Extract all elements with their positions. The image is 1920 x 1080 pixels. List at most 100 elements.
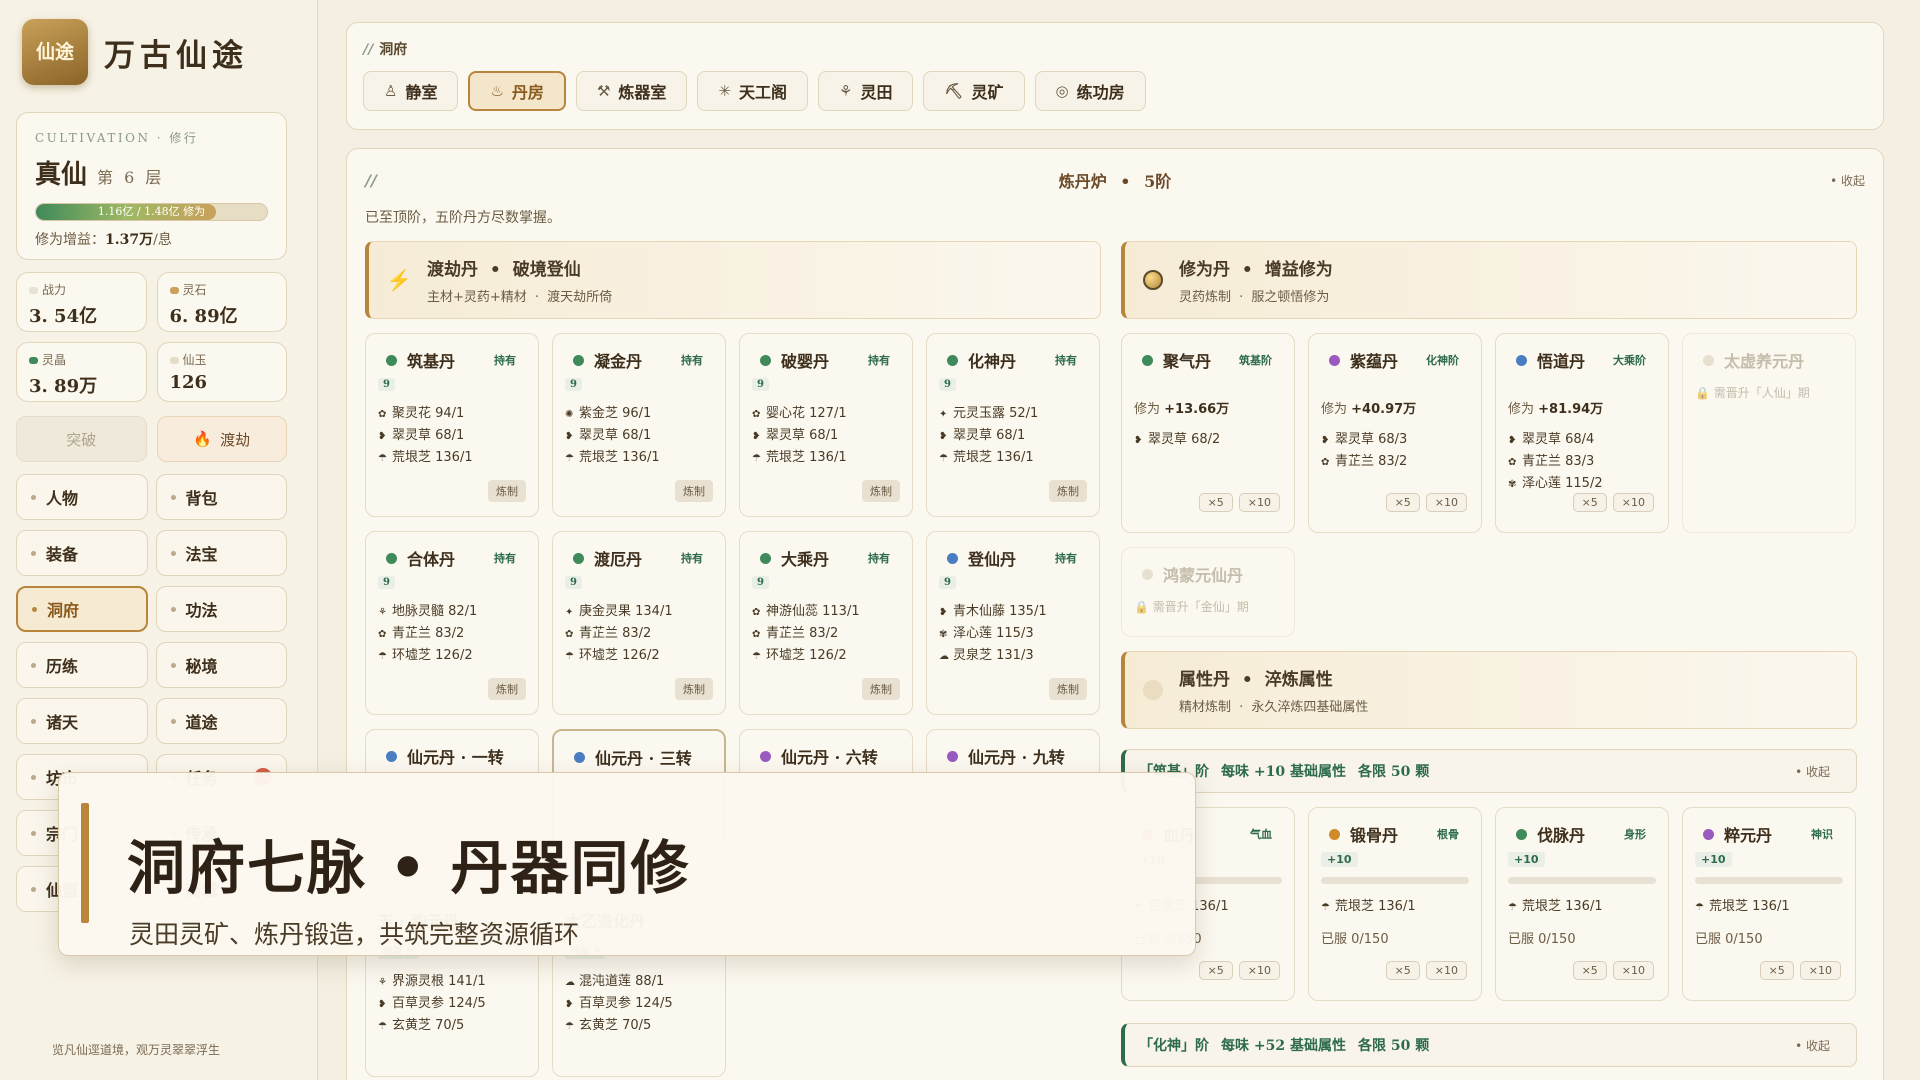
craft-x10-button[interactable]: ×10 bbox=[1238, 493, 1280, 512]
pill-card[interactable]: 凝金丹 持有 9 ✺ 紫金芝 96/1 ❥ 翠灵草 68/1 ☂ 荒垠芝 136/1 炼制 bbox=[552, 333, 726, 517]
pill-card[interactable]: 紫蕴丹 化神阶 修为 +40.97万 ❥ 翠灵草 68/3 ✿ 青芷兰 83/2 ×5 ×10 bbox=[1308, 333, 1482, 533]
stat-card: 灵石 6. 89亿 bbox=[156, 272, 287, 332]
material-text: 荒垠芝 136/1 bbox=[579, 450, 660, 465]
attribute-bonus: +10 bbox=[1695, 852, 1732, 867]
tier-header-foundation[interactable]: 「筑基」阶每味 +10 基础属性各限 50 颗 • 收起 bbox=[1121, 749, 1857, 793]
nav-label: 法宝 bbox=[185, 545, 218, 564]
herb-icon: ✿ bbox=[565, 629, 574, 640]
lock-icon: 🔒 bbox=[1695, 386, 1714, 400]
attribute-bonus: +10 bbox=[1321, 852, 1358, 867]
material-row: ☂ 环墟芝 126/2 bbox=[378, 645, 526, 667]
craft-x5-button[interactable]: ×5 bbox=[1385, 961, 1420, 980]
craft-x5-button[interactable]: ×5 bbox=[1198, 493, 1233, 512]
tab-label: 炼器室 bbox=[618, 83, 667, 102]
material-text: 庚金灵果 134/1 bbox=[579, 604, 673, 619]
craft-button[interactable]: 炼制 bbox=[488, 480, 526, 502]
lock-requirement: 🔒 需晋升「人仙」期 bbox=[1695, 384, 1843, 401]
pill-orb-icon bbox=[386, 354, 397, 366]
material-text: 青芷兰 83/2 bbox=[392, 626, 465, 641]
craft-x10-button[interactable]: ×10 bbox=[1425, 493, 1467, 512]
craft-x10-button[interactable]: ×10 bbox=[1799, 961, 1841, 980]
herb-icon: ☂ bbox=[1695, 902, 1704, 913]
craft-button[interactable]: 炼制 bbox=[862, 480, 900, 502]
craft-x5-button[interactable]: ×5 bbox=[1759, 961, 1794, 980]
nav-item[interactable]: 人物 bbox=[16, 474, 148, 520]
nav-item[interactable]: 道途 bbox=[155, 698, 287, 744]
attribute-pill-card[interactable]: 伐脉丹 身形 +10 ☂ 荒垠芝 136/1 已服 0/150 ×5 ×10 bbox=[1495, 807, 1669, 1001]
owned-tag: 持有 bbox=[494, 354, 516, 367]
tab-灵矿[interactable]: ⛏ 灵矿 bbox=[923, 71, 1025, 111]
nav-dot-icon bbox=[170, 494, 176, 500]
pill-card[interactable]: 破婴丹 持有 9 ✿ 婴心花 127/1 ❥ 翠灵草 68/1 ☂ 荒垠芝 136/1 炼制 bbox=[739, 333, 913, 517]
craft-x10-button[interactable]: ×10 bbox=[1425, 961, 1467, 980]
craft-button[interactable]: 炼制 bbox=[862, 678, 900, 700]
material-row: ❥ 百草灵参 124/5 bbox=[565, 993, 713, 1015]
material-list: ❥ 翠灵草 68/3 ✿ 青芷兰 83/2 bbox=[1321, 429, 1469, 473]
tab-天工阁[interactable]: ✳ 天工阁 bbox=[697, 71, 808, 111]
tab-练功房[interactable]: ◎ 练功房 bbox=[1034, 71, 1146, 111]
nav-item[interactable]: 历练 bbox=[16, 642, 148, 688]
tier-collapse[interactable]: • 收起 bbox=[1795, 1037, 1830, 1054]
gain-value: +81.94万 bbox=[1538, 402, 1604, 417]
pill-card[interactable]: 悟道丹 大乘阶 修为 +81.94万 ❥ 翠灵草 68/4 ✿ 青芷兰 83/3 ✾ 泽心莲 1… bbox=[1495, 333, 1669, 533]
nav-item[interactable]: 装备 bbox=[16, 530, 148, 576]
herb-icon: ✿ bbox=[1508, 457, 1517, 468]
stat-icon bbox=[169, 357, 179, 364]
grade-tag: 筑基阶 bbox=[1239, 354, 1272, 367]
hammer-icon: ⚒ bbox=[596, 82, 611, 100]
nav-item[interactable]: 背包 bbox=[155, 474, 287, 520]
stat-label: 灵晶 bbox=[29, 351, 134, 368]
stat-value: 3. 89万 bbox=[29, 376, 98, 397]
attribute-pill-card[interactable]: 锻骨丹 根骨 +10 ☂ 荒垠芝 136/1 已服 0/150 ×5 ×10 bbox=[1308, 807, 1482, 1001]
panel-collapse-button[interactable]: • 收起 bbox=[1830, 172, 1865, 189]
tab-静室[interactable]: ♙ 静室 bbox=[363, 71, 459, 111]
nav-item[interactable]: 诸天 bbox=[16, 698, 148, 744]
pill-card[interactable]: 化神丹 持有 9 ✦ 元灵玉露 52/1 ❥ 翠灵草 68/1 ☂ 荒垠芝 136/1 炼制 bbox=[926, 333, 1100, 517]
craft-button[interactable]: 炼制 bbox=[1049, 480, 1087, 502]
material-text: 混沌道莲 88/1 bbox=[579, 974, 665, 989]
pill-card[interactable]: 大乘丹 持有 9 ✿ 神游仙蕊 113/1 ✿ 青芷兰 83/2 ☂ 环墟芝 126/2 炼制 bbox=[739, 531, 913, 715]
tier-collapse[interactable]: • 收起 bbox=[1795, 763, 1830, 780]
material-text: 环墟芝 126/2 bbox=[392, 648, 473, 663]
craft-button[interactable]: 炼制 bbox=[675, 678, 713, 700]
craft-x5-button[interactable]: ×5 bbox=[1198, 961, 1233, 980]
pill-card[interactable]: 筑基丹 持有 9 ✿ 聚灵花 94/1 ❥ 翠灵草 68/1 ☂ 荒垠芝 136/1 炼制 bbox=[365, 333, 539, 517]
nav-dot-icon bbox=[31, 774, 36, 780]
craft-x5-button[interactable]: ×5 bbox=[1572, 493, 1607, 512]
tab-丹房[interactable]: ♨ 丹房 bbox=[468, 71, 566, 111]
pill-header: 渡厄丹 持有 bbox=[565, 546, 713, 570]
craft-x5-button[interactable]: ×5 bbox=[1572, 961, 1607, 980]
pill-card[interactable]: 登仙丹 持有 9 ❥ 青木仙藤 135/1 ✾ 泽心莲 115/3 ☁ 灵泉芝 131/3 炼制 bbox=[926, 531, 1100, 715]
craft-x5-button[interactable]: ×5 bbox=[1385, 493, 1420, 512]
craft-button[interactable]: 炼制 bbox=[1049, 678, 1087, 700]
nav-item[interactable]: 洞府 bbox=[16, 586, 148, 632]
cultivation-gain: 修为 +13.66万 bbox=[1134, 398, 1282, 417]
nav-item[interactable]: 秘境 bbox=[155, 642, 287, 688]
cultivation-gain: 修为 +81.94万 bbox=[1508, 398, 1656, 417]
target-icon: ◎ bbox=[1055, 82, 1069, 100]
pill-card[interactable]: 聚气丹 筑基阶 修为 +13.66万 ❥ 翠灵草 68/2 ×5 ×10 bbox=[1121, 333, 1295, 533]
craft-x10-button[interactable]: ×10 bbox=[1612, 961, 1654, 980]
material-row: ☂ 玄黄芝 70/5 bbox=[565, 1015, 713, 1037]
pill-card[interactable]: 合体丹 持有 9 ⚘ 地脉灵髓 82/1 ✿ 青芷兰 83/2 ☂ 环墟芝 126/2 炼制 bbox=[365, 531, 539, 715]
tab-灵田[interactable]: ⚘ 灵田 bbox=[818, 71, 914, 111]
pill-orb-icon bbox=[1516, 828, 1527, 840]
craft-x10-button[interactable]: ×10 bbox=[1238, 961, 1280, 980]
attribute-pill-card[interactable]: 粹元丹 神识 +10 ☂ 荒垠芝 136/1 已服 0/150 ×5 ×10 bbox=[1682, 807, 1856, 1001]
nav-item[interactable]: 功法 bbox=[155, 586, 287, 632]
nav-item[interactable]: 法宝 bbox=[155, 530, 287, 576]
tribulation-button[interactable]: 🔥 渡劫 bbox=[156, 416, 287, 462]
tab-炼器室[interactable]: ⚒ 炼器室 bbox=[575, 71, 688, 111]
craft-button[interactable]: 炼制 bbox=[488, 678, 526, 700]
tier-header-spirit[interactable]: 「化神」阶 每味 +52 基础属性 各限 50 颗 • 收起 bbox=[1121, 1023, 1857, 1067]
craft-x10-button[interactable]: ×10 bbox=[1612, 493, 1654, 512]
gain-value: +40.97万 bbox=[1351, 402, 1417, 417]
lock-requirement: 🔒 需晋升「金仙」期 bbox=[1134, 598, 1282, 615]
material-row: ✦ 元灵玉露 52/1 bbox=[939, 403, 1087, 425]
breakthrough-button[interactable]: 突破 bbox=[16, 416, 147, 462]
cave-topbar: //洞府 ♙ 静室 ♨ 丹房 ⚒ 炼器室 ✳ 天工阁 ⚘ 灵田 ⛏ 灵矿 ◎ 练功房 bbox=[346, 22, 1884, 130]
pill-card[interactable]: 渡厄丹 持有 9 ✦ 庚金灵果 134/1 ✿ 青芷兰 83/2 ☂ 环墟芝 126/2 炼制 bbox=[552, 531, 726, 715]
material-text: 青芷兰 83/3 bbox=[1522, 454, 1595, 469]
material-text: 界源灵根 141/1 bbox=[392, 974, 486, 989]
craft-button[interactable]: 炼制 bbox=[675, 480, 713, 502]
